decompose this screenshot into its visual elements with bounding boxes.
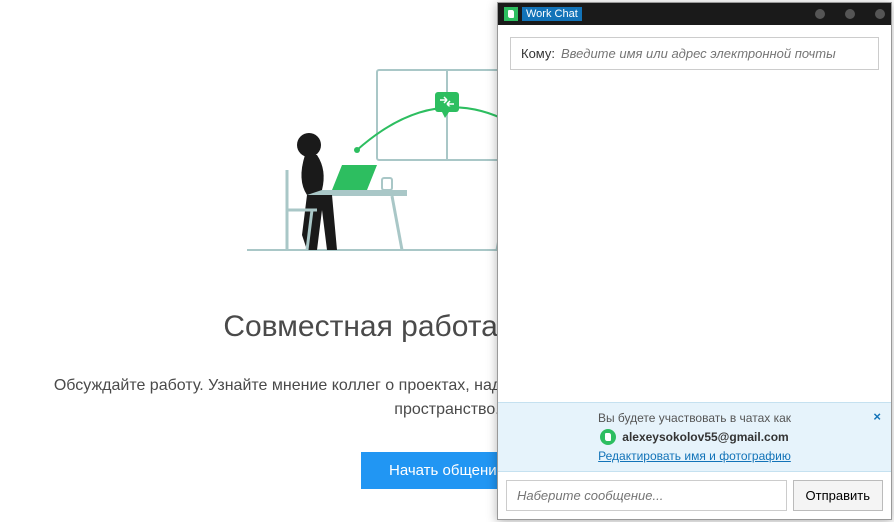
window-minimize-button[interactable] [815, 9, 825, 19]
to-label: Кому: [521, 46, 555, 61]
evernote-icon [504, 7, 518, 21]
message-input[interactable] [506, 480, 787, 511]
user-avatar-icon [600, 429, 616, 445]
identity-email: alexeysokolov55@gmail.com [622, 430, 788, 444]
recipient-input[interactable] [561, 46, 868, 61]
chat-messages-area [498, 78, 891, 402]
edit-profile-link[interactable]: Редактировать имя и фотографию [598, 449, 791, 463]
window-title: Work Chat [522, 7, 582, 21]
send-button[interactable]: Отправить [793, 480, 883, 511]
titlebar[interactable]: Work Chat [498, 3, 891, 25]
window-close-button[interactable] [875, 9, 885, 19]
close-icon[interactable]: × [873, 409, 881, 424]
window-maximize-button[interactable] [845, 9, 855, 19]
recipient-field[interactable]: Кому: [510, 37, 879, 70]
identity-banner: × Вы будете участвовать в чатах как alex… [498, 402, 891, 472]
work-chat-panel: Work Chat Кому: × Вы будете участвовать … [497, 2, 892, 520]
identity-text: Вы будете участвовать в чатах как [510, 411, 879, 425]
compose-row: Отправить [498, 472, 891, 519]
